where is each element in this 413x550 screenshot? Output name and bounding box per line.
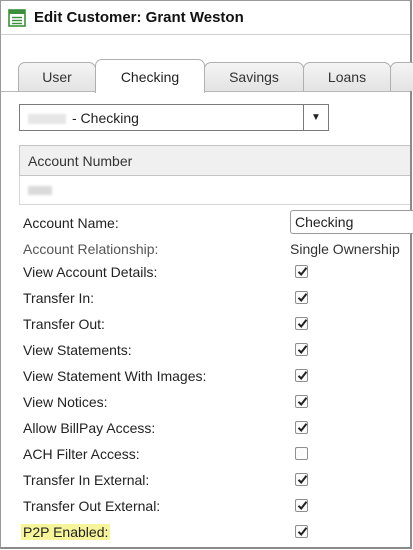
permission-checkbox[interactable] bbox=[295, 421, 308, 434]
tab-strip: User Checking Savings Loans bbox=[1, 59, 413, 93]
account-name-label: Account Name: bbox=[23, 215, 119, 231]
tab-user[interactable]: User bbox=[18, 62, 96, 91]
permission-label-text: Transfer In: bbox=[23, 290, 95, 306]
tab-more[interactable] bbox=[390, 62, 413, 91]
permission-label: Transfer In External: bbox=[23, 472, 288, 488]
permission-label-text: Transfer In External: bbox=[23, 472, 150, 488]
permission-label: P2P Enabled: bbox=[21, 524, 288, 540]
checkmark-icon bbox=[297, 267, 308, 277]
edit-customer-window: Edit Customer: Grant Weston User Checkin… bbox=[0, 0, 413, 549]
checkmark-icon bbox=[297, 293, 308, 303]
dropdown-arrow-icon[interactable]: ▼ bbox=[303, 105, 328, 130]
account-select-value: - Checking bbox=[20, 110, 303, 126]
window-title: Edit Customer: Grant Weston bbox=[34, 9, 244, 26]
checkmark-icon bbox=[297, 397, 308, 407]
permission-checkbox[interactable] bbox=[295, 369, 308, 382]
permission-label: Allow BillPay Access: bbox=[23, 420, 288, 436]
permission-label: Transfer Out: bbox=[23, 316, 288, 332]
checkmark-icon bbox=[297, 371, 308, 381]
tab-savings-label: Savings bbox=[229, 69, 279, 85]
account-number-header: Account Number bbox=[19, 145, 410, 176]
permission-label-text: View Statements: bbox=[23, 342, 132, 358]
account-select[interactable]: - Checking ▼ bbox=[19, 104, 329, 131]
permission-label: View Statement With Images: bbox=[23, 368, 288, 384]
tab-savings[interactable]: Savings bbox=[204, 62, 304, 91]
permission-label-text: ACH Filter Access: bbox=[23, 446, 140, 462]
form-icon bbox=[8, 8, 26, 27]
account-name-value: Checking bbox=[295, 214, 354, 230]
permission-checkbox[interactable] bbox=[295, 499, 308, 512]
permission-row: View Account Details: bbox=[23, 259, 410, 285]
checkmark-icon bbox=[297, 527, 308, 537]
checkmark-icon bbox=[297, 475, 308, 485]
tab-loans[interactable]: Loans bbox=[303, 62, 391, 91]
account-name-input[interactable]: Checking bbox=[290, 210, 413, 234]
permission-label-text: View Notices: bbox=[23, 394, 108, 410]
account-relationship-label: Account Relationship: bbox=[23, 241, 159, 257]
permission-row: Transfer In: bbox=[23, 285, 410, 311]
redacted-account-number bbox=[28, 185, 52, 195]
checkmark-icon bbox=[297, 423, 308, 433]
permission-label-text: View Statement With Images: bbox=[23, 368, 207, 384]
permission-row: View Statement With Images: bbox=[23, 363, 410, 389]
checkmark-icon bbox=[297, 501, 308, 511]
account-name-row: Account Name: Checking bbox=[23, 210, 413, 236]
permission-label-text: Transfer Out: bbox=[23, 316, 105, 332]
redacted-account-number bbox=[28, 113, 66, 124]
permission-checkbox[interactable] bbox=[295, 447, 308, 460]
permission-row: View Notices: bbox=[23, 389, 410, 415]
permission-label-text: P2P Enabled: bbox=[21, 524, 111, 540]
tab-checking-label: Checking bbox=[120, 68, 180, 85]
permission-label: Transfer Out External: bbox=[23, 498, 288, 514]
permission-label: View Notices: bbox=[23, 394, 288, 410]
account-relationship-value: Single Ownership bbox=[290, 241, 400, 257]
permission-checkbox[interactable] bbox=[295, 473, 308, 486]
permission-checkbox[interactable] bbox=[295, 343, 308, 356]
tab-baseline bbox=[1, 91, 410, 92]
tab-user-label: User bbox=[42, 69, 72, 85]
permission-label-text: Allow BillPay Access: bbox=[23, 420, 156, 436]
title-bar: Edit Customer: Grant Weston bbox=[1, 1, 410, 35]
permission-row: P2P Enabled: bbox=[21, 519, 410, 545]
permission-label: View Account Details: bbox=[23, 264, 288, 280]
permission-row: Transfer Out: bbox=[23, 311, 410, 337]
permission-label-text: View Account Details: bbox=[23, 264, 158, 280]
checkmark-icon bbox=[297, 345, 308, 355]
permission-checkbox[interactable] bbox=[295, 265, 308, 278]
checkmark-icon bbox=[297, 319, 308, 329]
permission-label-text: Transfer Out External: bbox=[23, 498, 161, 514]
account-select-label: - Checking bbox=[72, 109, 139, 126]
permission-row: Transfer In External: bbox=[23, 467, 410, 493]
permission-checkbox[interactable] bbox=[295, 395, 308, 408]
permission-checkbox[interactable] bbox=[295, 525, 308, 538]
permission-row: Transfer Out External: bbox=[23, 493, 410, 519]
permission-row: ACH Filter Access: bbox=[23, 441, 410, 467]
permission-checkbox[interactable] bbox=[295, 291, 308, 304]
permission-row: Allow BillPay Access: bbox=[23, 415, 410, 441]
permission-label: ACH Filter Access: bbox=[23, 446, 288, 462]
tab-loans-label: Loans bbox=[327, 69, 367, 85]
permission-checkbox[interactable] bbox=[295, 317, 308, 330]
account-number-row[interactable] bbox=[19, 176, 410, 205]
tab-checking[interactable]: Checking bbox=[95, 59, 205, 93]
account-number-header-label: Account Number bbox=[28, 152, 133, 169]
permission-label: Transfer In: bbox=[23, 290, 288, 306]
permission-label: View Statements: bbox=[23, 342, 288, 358]
permission-row: View Statements: bbox=[23, 337, 410, 363]
